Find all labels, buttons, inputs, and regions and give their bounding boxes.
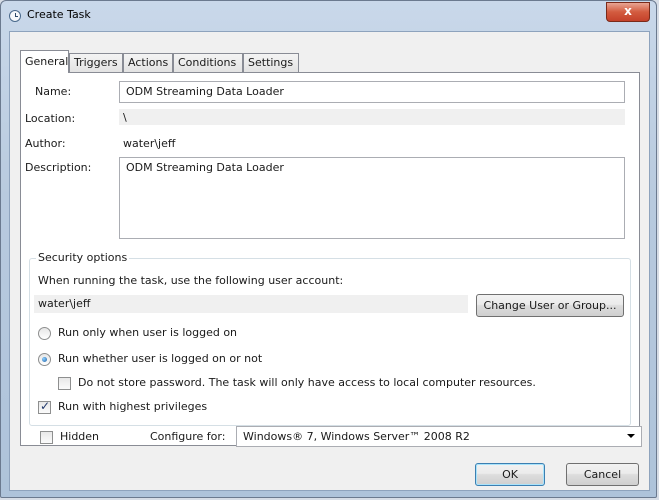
highest-privileges-checkbox[interactable] bbox=[38, 399, 51, 414]
window-title: Create Task bbox=[27, 8, 91, 21]
no-store-password-label[interactable]: Do not store password. The task will onl… bbox=[78, 376, 536, 389]
configure-for-label: Configure for: bbox=[150, 430, 226, 443]
tab-conditions[interactable]: Conditions bbox=[173, 53, 243, 72]
close-button[interactable]: x bbox=[606, 2, 650, 22]
configure-for-select[interactable]: Windows® 7, Windows Server™ 2008 R2 bbox=[236, 426, 642, 447]
tab-actions[interactable]: Actions bbox=[123, 53, 173, 72]
tab-general[interactable]: General bbox=[20, 50, 69, 73]
no-store-password-checkbox[interactable] bbox=[58, 377, 71, 390]
tab-triggers[interactable]: Triggers bbox=[69, 53, 123, 72]
run-whether-radio[interactable] bbox=[38, 353, 51, 366]
location-value: \ bbox=[119, 109, 625, 125]
name-label: Name: bbox=[35, 85, 72, 98]
description-field[interactable]: ODM Streaming Data Loader bbox=[119, 157, 625, 239]
ok-button[interactable]: OK bbox=[475, 463, 545, 486]
dropdown-arrow-icon bbox=[627, 434, 635, 438]
description-label: Description: bbox=[25, 161, 92, 174]
configure-for-value: Windows® 7, Windows Server™ 2008 R2 bbox=[243, 430, 470, 443]
location-label: Location: bbox=[25, 112, 76, 125]
run-whether-label[interactable]: Run whether user is logged on or not bbox=[58, 352, 262, 365]
hidden-checkbox[interactable] bbox=[40, 431, 53, 444]
security-options-group: Security options When running the task, … bbox=[29, 251, 631, 426]
run-logged-on-label[interactable]: Run only when user is logged on bbox=[58, 326, 237, 339]
author-value: water\jeff bbox=[123, 137, 176, 150]
account-value: water\jeff bbox=[34, 295, 468, 313]
run-logged-on-radio[interactable] bbox=[38, 327, 51, 340]
clock-icon bbox=[9, 10, 21, 22]
name-field[interactable]: ODM Streaming Data Loader bbox=[119, 81, 625, 103]
account-prompt: When running the task, use the following… bbox=[38, 274, 344, 287]
hidden-label[interactable]: Hidden bbox=[60, 430, 99, 443]
general-panel: Name: ODM Streaming Data Loader Location… bbox=[20, 72, 640, 446]
cancel-button[interactable]: Cancel bbox=[566, 463, 639, 486]
dialog-client-area: General Triggers Actions Conditions Sett… bbox=[9, 31, 650, 491]
author-label: Author: bbox=[25, 137, 66, 150]
highest-privileges-label[interactable]: Run with highest privileges bbox=[58, 400, 207, 413]
change-user-button[interactable]: Change User or Group... bbox=[476, 294, 624, 317]
security-options-legend: Security options bbox=[36, 251, 130, 264]
tab-settings[interactable]: Settings bbox=[243, 53, 299, 72]
create-task-window: Create Task x General Triggers Actions C… bbox=[0, 0, 657, 498]
title-bar[interactable]: Create Task x bbox=[1, 1, 656, 31]
